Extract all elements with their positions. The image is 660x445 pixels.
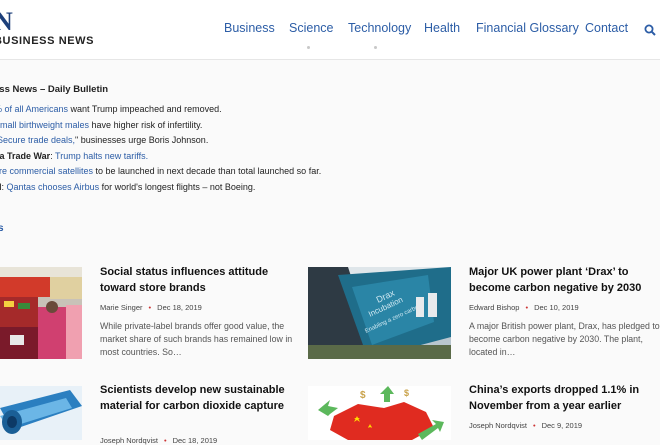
site-header: N BUSINESS NEWS Business Science Technol… xyxy=(0,0,660,60)
nav-health[interactable]: Health xyxy=(424,21,460,35)
nav-financial-glossary[interactable]: Financial Glossary xyxy=(476,21,579,35)
article-image[interactable]: $ $ xyxy=(308,386,451,440)
meta-separator: • xyxy=(148,303,152,312)
bulletin-title: ess News – Daily Bulletin xyxy=(0,84,109,95)
bulletin-text: want Trump impeached and removed. xyxy=(68,104,222,114)
article-author[interactable]: Joseph Nordqvist xyxy=(100,436,158,445)
bulletin-prefix: el xyxy=(0,182,2,192)
bulletin-link[interactable]: ore commercial satellites xyxy=(0,166,93,176)
nav-business[interactable]: Business xyxy=(224,21,275,35)
article-image[interactable] xyxy=(0,386,82,440)
svg-text:$: $ xyxy=(404,388,409,398)
article-excerpt: While private-label brands offer good va… xyxy=(100,321,293,357)
article-meta: Joseph Nordqvist • Dec 18, 2019 xyxy=(100,436,217,445)
article-date: Dec 18, 2019 xyxy=(157,303,202,312)
section-heading[interactable]: s xyxy=(0,223,4,234)
article-image[interactable] xyxy=(0,267,82,359)
site-logo[interactable]: N BUSINESS NEWS xyxy=(0,7,104,51)
bulletin-text: to be launched in next decade than total… xyxy=(93,166,322,176)
logo-text: BUSINESS NEWS xyxy=(0,35,95,47)
dropdown-indicator-icon xyxy=(307,46,310,49)
bulletin-link[interactable]: Small birthweight males xyxy=(0,120,89,130)
article-author[interactable]: Edward Bishop xyxy=(469,303,519,312)
article-date: Dec 9, 2019 xyxy=(541,421,583,430)
meta-separator: • xyxy=(163,436,167,445)
bulletin-link[interactable]: Secure trade deals, xyxy=(0,135,75,145)
nav-technology[interactable]: Technology xyxy=(348,21,411,35)
article-title[interactable]: Social status influences attitude toward… xyxy=(100,264,300,296)
article-author[interactable]: Joseph Nordqvist xyxy=(469,421,527,430)
bulletin-item: “Secure trade deals," businesses urge Bo… xyxy=(0,135,321,151)
svg-text:$: $ xyxy=(360,390,366,401)
bulletin-item: ore commercial satellites to be launched… xyxy=(0,166,321,182)
bulletin-link[interactable]: % of all Americans xyxy=(0,104,68,114)
article-title[interactable]: China’s exports dropped 1.1% in November… xyxy=(469,382,660,414)
bulletin-link[interactable]: Qantas chooses Airbus xyxy=(7,182,100,192)
daily-bulletin: ess News – Daily Bulletin % of all Ameri… xyxy=(0,84,321,197)
bulletin-item: na Trade War: Trump halts new tariffs. xyxy=(0,151,321,167)
meta-separator: • xyxy=(532,421,536,430)
meta-separator: • xyxy=(525,303,529,312)
bulletin-item: Small birthweight males have higher risk… xyxy=(0,120,321,136)
bulletin-text: have higher risk of infertility. xyxy=(89,119,203,130)
article-author[interactable]: Marie Singer xyxy=(100,303,143,312)
logo-mark: N xyxy=(0,7,14,36)
bulletin-item: el: Qantas chooses Airbus for world's lo… xyxy=(0,182,321,198)
article-meta: Joseph Nordqvist • Dec 9, 2019 xyxy=(469,421,582,430)
search-icon[interactable] xyxy=(644,24,656,36)
bulletin-link[interactable]: Trump halts new tariffs. xyxy=(55,151,148,161)
article-meta: Edward Bishop • Dec 10, 2019 xyxy=(469,303,579,312)
nav-science[interactable]: Science xyxy=(289,21,333,35)
article-image[interactable]: Drax Incubation Enabling a zero carbon xyxy=(308,267,451,359)
article-title[interactable]: Major UK power plant ‘Drax’ to become ca… xyxy=(469,264,660,296)
article-date: Dec 18, 2019 xyxy=(172,436,218,445)
dropdown-indicator-icon xyxy=(374,46,377,49)
article-title[interactable]: Scientists develop new sustainable mater… xyxy=(100,382,290,414)
article-excerpt: A major British power plant, Drax, has p… xyxy=(469,321,660,357)
bulletin-text: for world's longest flights – not Boeing… xyxy=(99,181,256,192)
article-meta: Marie Singer • Dec 18, 2019 xyxy=(100,303,202,312)
bulletin-prefix: na Trade War xyxy=(0,150,51,161)
bulletin-item: % of all Americans want Trump impeached … xyxy=(0,104,321,120)
bulletin-text: " businesses urge Boris Johnson. xyxy=(75,135,209,145)
nav-contact[interactable]: Contact xyxy=(585,21,628,35)
article-date: Dec 10, 2019 xyxy=(534,303,579,312)
